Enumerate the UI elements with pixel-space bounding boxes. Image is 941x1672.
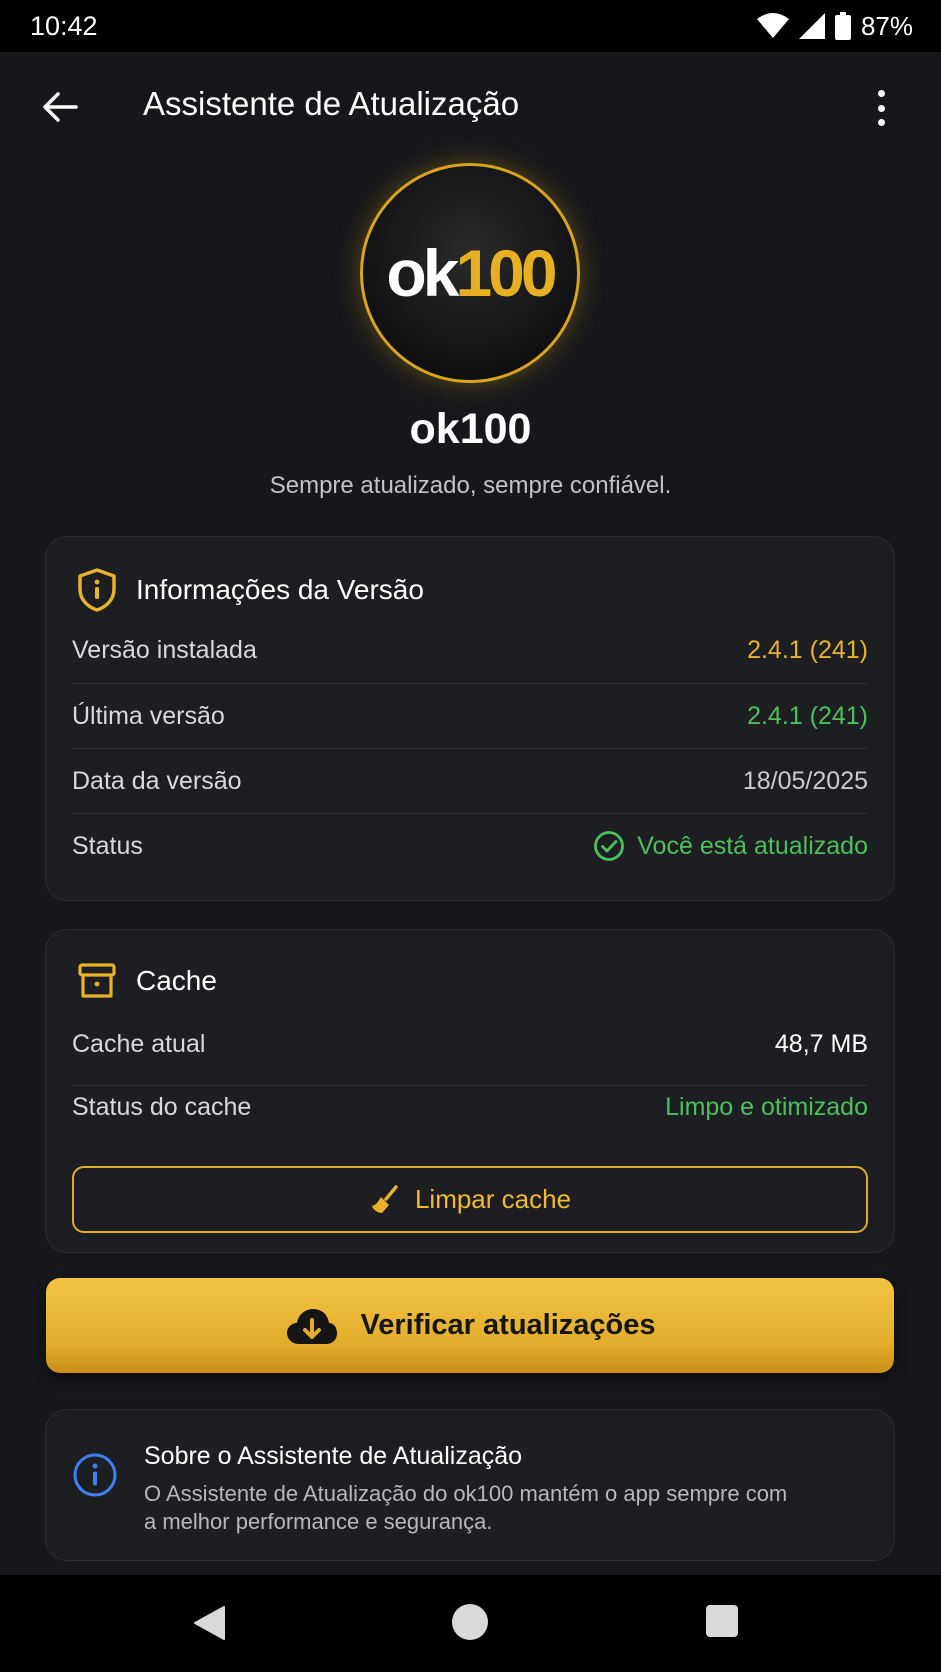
row-value: Limpo e otimizado [665, 1092, 868, 1121]
row-value: 2.4.1 (241) [747, 635, 868, 664]
app-logo: ok100 [360, 163, 580, 383]
signal-icon [798, 13, 825, 39]
card-header: Cache [76, 960, 217, 1002]
check-circle-icon [594, 831, 625, 861]
app-bar: Assistente de Atualização [0, 52, 941, 162]
status-time: 10:42 [30, 10, 98, 41]
status-bar: 10:42 87% [0, 0, 941, 52]
page-title: Assistente de Atualização [143, 85, 520, 122]
row-label: Última versão [72, 701, 225, 730]
row-latest-version: Última versão 2.4.1 (241) [72, 683, 868, 749]
row-label: Status do cache [72, 1092, 252, 1121]
nav-home-button[interactable] [452, 1604, 488, 1640]
brand-name: ok100 [409, 405, 532, 453]
cache-card: Cache Cache atual 48,7 MB Status do cach… [45, 929, 895, 1253]
system-nav-bar [0, 1575, 941, 1672]
row-label: Data da versão [72, 766, 242, 795]
clear-cache-label: Limpar cache [414, 1184, 572, 1214]
about-title: Sobre o Assistente de Atualização [144, 1442, 523, 1470]
nav-back-icon[interactable] [192, 1605, 226, 1641]
row-status: Status Você está atualizado [72, 813, 868, 879]
info-circle-icon [73, 1453, 117, 1497]
row-release-date: Data da versão 18/05/2025 [72, 748, 868, 814]
archive-box-icon [78, 963, 116, 998]
dot [877, 90, 885, 97]
logo-wordmark: ok100 [386, 236, 557, 310]
card-title: Informações da Versão [136, 574, 424, 605]
back-button[interactable] [38, 87, 82, 127]
row-current-cache: Cache atual 48,7 MB [72, 1011, 868, 1077]
row-label: Status [72, 831, 143, 860]
row-value: 48,7 MB [774, 1029, 868, 1058]
battery-icon [834, 12, 851, 40]
check-updates-button[interactable]: Verificar atualizações [46, 1278, 894, 1373]
about-description: O Assistente de Atualização do ok100 man… [144, 1481, 788, 1534]
status-text: Você está atualizado [637, 831, 868, 860]
broom-icon [371, 1184, 398, 1213]
row-value: 2.4.1 (241) [747, 701, 868, 730]
brand-tagline: Sempre atualizado, sempre confiável. [269, 472, 672, 499]
clear-cache-button[interactable]: Limpar cache [72, 1166, 868, 1233]
dot [877, 119, 885, 126]
card-header: Informações da Versão [76, 567, 424, 613]
row-installed-version: Versão instalada 2.4.1 (241) [72, 617, 868, 683]
row-cache-status: Status do cache Limpo e otimizado [72, 1074, 868, 1140]
wifi-icon [756, 13, 789, 38]
shield-info-icon [78, 568, 116, 612]
status-icons: 87% [756, 10, 913, 42]
status-value: Você está atualizado [593, 830, 868, 862]
row-label: Versão instalada [72, 635, 257, 664]
cloud-download-icon [286, 1308, 337, 1344]
more-options-button[interactable] [866, 88, 896, 128]
version-info-card: Informações da Versão Versão instalada 2… [45, 536, 895, 901]
dot [877, 104, 885, 112]
nav-recents-button[interactable] [706, 1605, 738, 1637]
row-label: Cache atual [72, 1029, 206, 1058]
battery-percent: 87% [860, 10, 913, 41]
arrow-left-icon [43, 92, 78, 122]
about-card: Sobre o Assistente de Atualização O Assi… [45, 1409, 895, 1561]
card-title: Cache [136, 965, 217, 996]
row-value: 18/05/2025 [742, 766, 868, 795]
check-updates-label: Verificar atualizações [360, 1309, 656, 1341]
